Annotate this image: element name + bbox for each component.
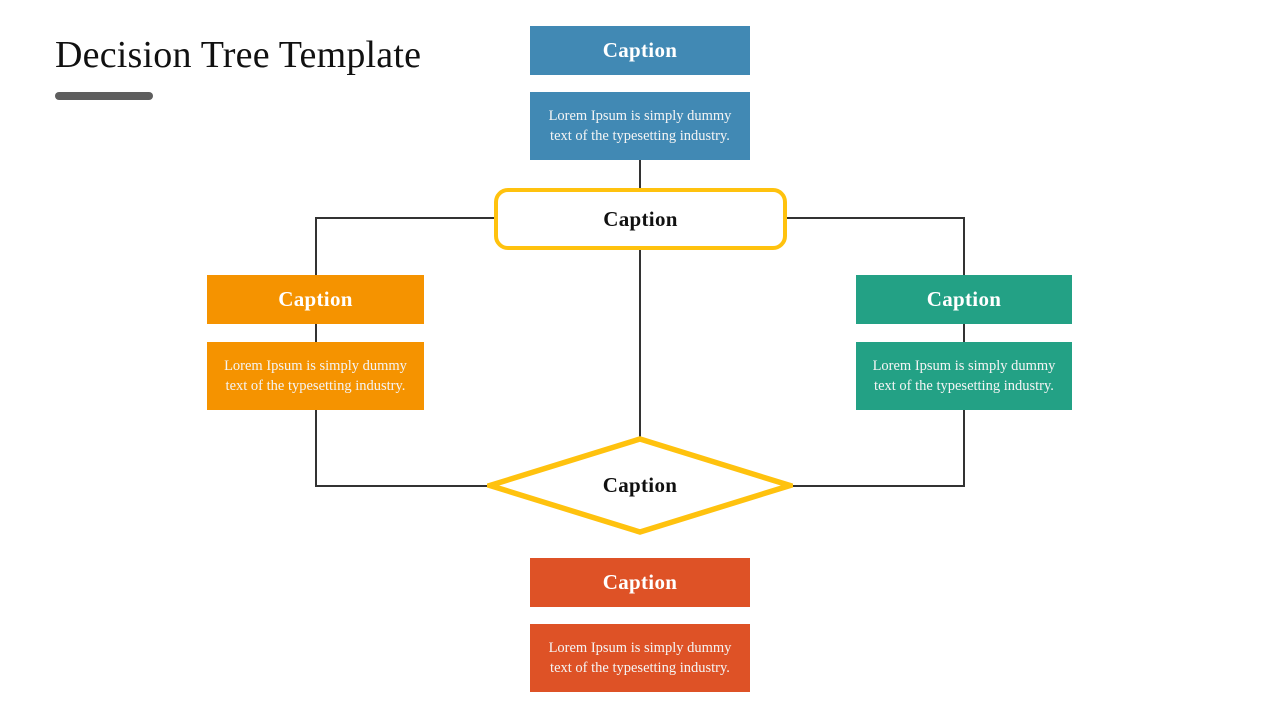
node-top-header: Caption	[530, 26, 750, 75]
node-top-caption: Caption	[602, 38, 678, 62]
node-left-caption: Caption	[278, 287, 353, 311]
node-left-body: Lorem Ipsum is simply dummy text of the …	[207, 342, 424, 410]
node-bottom-body: Lorem Ipsum is simply dummy text of the …	[530, 624, 750, 692]
node-top-blue[interactable]: Caption Lorem Ipsum is simply dummy text…	[530, 26, 750, 160]
node-right-caption: Caption	[926, 287, 1002, 311]
node-left-header: Caption	[207, 275, 424, 324]
node-bottom-caption: Caption	[602, 570, 678, 594]
node-left-body-text: Lorem Ipsum is simply dummy text of the …	[224, 358, 407, 394]
node-right-header: Caption	[856, 275, 1072, 324]
node-top-body-text: Lorem Ipsum is simply dummy text of the …	[548, 108, 732, 144]
node-diamond-caption: Caption	[602, 473, 678, 497]
node-right-body-text: Lorem Ipsum is simply dummy text of the …	[872, 358, 1056, 394]
node-right-teal[interactable]: Caption Lorem Ipsum is simply dummy text…	[856, 275, 1072, 410]
node-left-orange[interactable]: Caption Lorem Ipsum is simply dummy text…	[207, 275, 424, 410]
node-right-body: Lorem Ipsum is simply dummy text of the …	[856, 342, 1072, 410]
node-decision-box[interactable]: Caption	[494, 188, 787, 250]
decision-tree-slide: Decision Tree Template Caption Lorem Ips…	[0, 0, 1280, 720]
node-decision-box-caption: Caption	[603, 206, 678, 231]
node-bottom-red[interactable]: Caption Lorem Ipsum is simply dummy text…	[530, 558, 750, 692]
node-top-body: Lorem Ipsum is simply dummy text of the …	[530, 92, 750, 160]
node-bottom-header: Caption	[530, 558, 750, 607]
node-bottom-body-text: Lorem Ipsum is simply dummy text of the …	[548, 640, 732, 676]
node-diamond[interactable]: Caption	[487, 436, 793, 535]
